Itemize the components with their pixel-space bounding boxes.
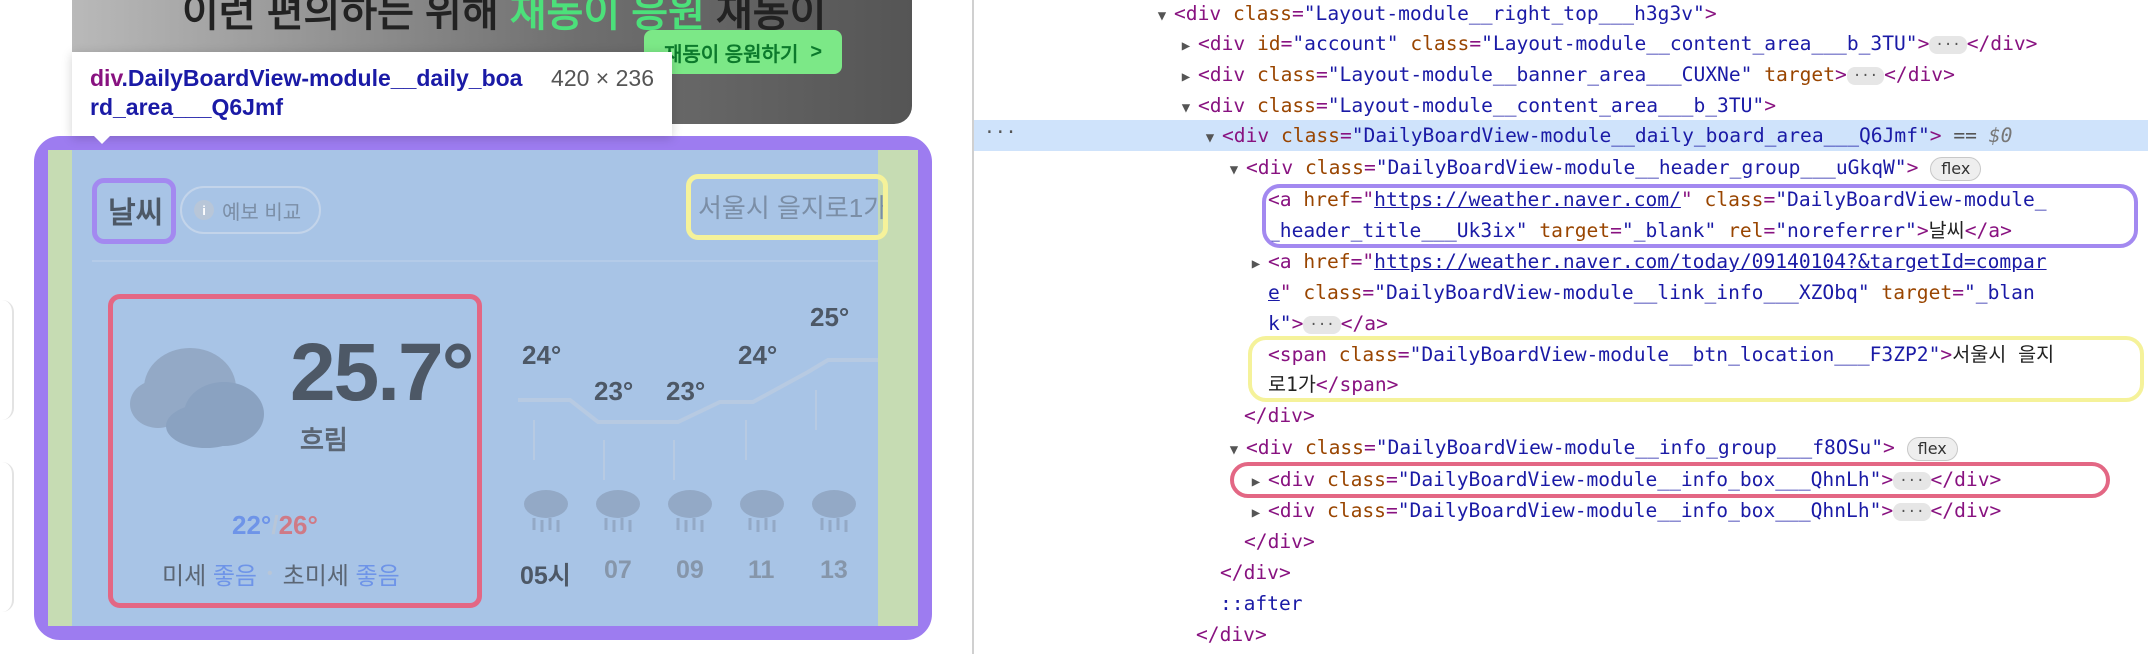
flex-badge[interactable]: flex: [1930, 156, 1982, 181]
collapse-triangle-icon[interactable]: ▼: [1198, 123, 1222, 154]
forecast-time: 11: [748, 556, 775, 584]
dom-node[interactable]: ▶ <div class="DailyBoardView-module__info…: [1244, 495, 2002, 529]
chevron-right-icon: >: [810, 40, 823, 63]
dom-node-continuation[interactable]: e" class="DailyBoardView-module__link_in…: [1268, 277, 2035, 308]
dom-node-continuation[interactable]: k"> ··· </a>: [1268, 308, 1388, 339]
forecast-temp: 23°: [666, 376, 706, 406]
expand-triangle-icon[interactable]: ▶: [1174, 62, 1198, 93]
dom-node[interactable]: ▼ <div class="DailyBoardView-module__head…: [1222, 152, 1982, 186]
forecast-time: 05시: [520, 562, 571, 590]
rain-icon: [812, 490, 856, 532]
rain-icon: [596, 490, 640, 532]
ellipsis-badge[interactable]: ···: [1929, 35, 1967, 54]
compare-label: 예보 비교: [222, 201, 302, 224]
collapse-triangle-icon[interactable]: ▼: [1222, 435, 1246, 466]
expand-triangle-icon[interactable]: ▶: [1244, 249, 1268, 280]
dom-node-selected[interactable]: ▼ <div class="DailyBoardView-module__dail…: [1198, 120, 2013, 154]
dom-node[interactable]: ▶ <a href="https://weather.naver.com/toda…: [1244, 246, 2047, 277]
page-preview: 이런 편의하는 위해 재동이 응원 재동이 재동이 응원하기 > div.Dai…: [0, 0, 972, 654]
forecast-temp: 25°: [810, 302, 850, 332]
devtools-elements-panel[interactable]: ··· ▼ <div class="Layout-module__right_to…: [972, 0, 2148, 654]
devtools-location-highlight: [1248, 336, 2144, 402]
side-card-edge: [0, 462, 14, 612]
expand-triangle-icon[interactable]: ▶: [1174, 31, 1198, 62]
dom-node-close[interactable]: </div>: [1244, 526, 1315, 557]
rain-icon: [668, 490, 712, 532]
forecast-temp: 24°: [738, 340, 778, 370]
row-menu-dots[interactable]: ···: [984, 122, 1017, 143]
rain-icon: [740, 490, 784, 532]
dom-node[interactable]: ▶ <div class="Layout-module__banner_area_…: [1174, 59, 1955, 90]
tooltip-arrow: [92, 134, 112, 144]
banner-button-label: 재동이 응원하기: [664, 43, 799, 66]
ellipsis-badge[interactable]: ···: [1846, 66, 1885, 85]
collapse-triangle-icon[interactable]: ▼: [1174, 93, 1198, 124]
collapse-triangle-icon[interactable]: ▼: [1222, 155, 1246, 186]
collapse-triangle-icon[interactable]: ▼: [1150, 1, 1174, 32]
hourly-forecast[interactable]: 24° 23° 23° 24° 25° 05시 07 09 11 13: [508, 290, 878, 620]
dom-node[interactable]: ▼ <div class="DailyBoardView-module__info…: [1222, 432, 1958, 463]
info-box-highlight: [108, 294, 482, 608]
tooltip-dimensions: 420 × 236: [551, 65, 654, 91]
forecast-time: 09: [676, 556, 704, 584]
rain-icon: [524, 490, 568, 532]
inspector-tooltip: div.DailyBoardView-module__daily_board_a…: [72, 52, 672, 136]
devtools-info-highlight: [1230, 462, 2110, 498]
dom-node[interactable]: ▼ <div class="Layout-module__right_top___…: [1150, 0, 1717, 29]
tooltip-selector: div.DailyBoardView-module__daily_board_a…: [90, 65, 523, 120]
dom-node[interactable]: ▼ <div class="Layout-module__content_area…: [1174, 90, 1776, 121]
dom-node-close[interactable]: </div>: [1196, 619, 1267, 650]
header-divider: [92, 260, 878, 262]
forecast-time: 13: [820, 556, 848, 584]
forecast-temp: 23°: [594, 376, 634, 406]
info-icon: i: [194, 200, 214, 220]
ellipsis-badge[interactable]: ···: [1893, 502, 1931, 521]
forecast-compare-link[interactable]: i 예보 비교: [180, 186, 322, 234]
expand-triangle-icon[interactable]: ▶: [1244, 498, 1268, 529]
pseudo-element[interactable]: ::after: [1220, 588, 1303, 619]
devtools-title-highlight: [1262, 184, 2138, 248]
ellipsis-badge[interactable]: ···: [1303, 315, 1341, 334]
title-highlight-box: [92, 178, 176, 244]
forecast-time: 07: [604, 556, 632, 584]
forecast-temp: 24°: [522, 340, 562, 370]
side-card-edge: [0, 300, 14, 420]
href-link[interactable]: https://weather.naver.com/today/09140104…: [1374, 250, 2046, 273]
banner-cta-button[interactable]: 재동이 응원하기 >: [644, 30, 843, 74]
dom-node-close[interactable]: </div>: [1244, 400, 1315, 431]
dom-node-close[interactable]: </div>: [1220, 557, 1291, 588]
dom-node[interactable]: ▶ <div id="account" class="Layout-module_…: [1174, 28, 2038, 62]
location-highlight-box: [686, 174, 888, 240]
flex-badge[interactable]: flex: [1906, 436, 1958, 461]
